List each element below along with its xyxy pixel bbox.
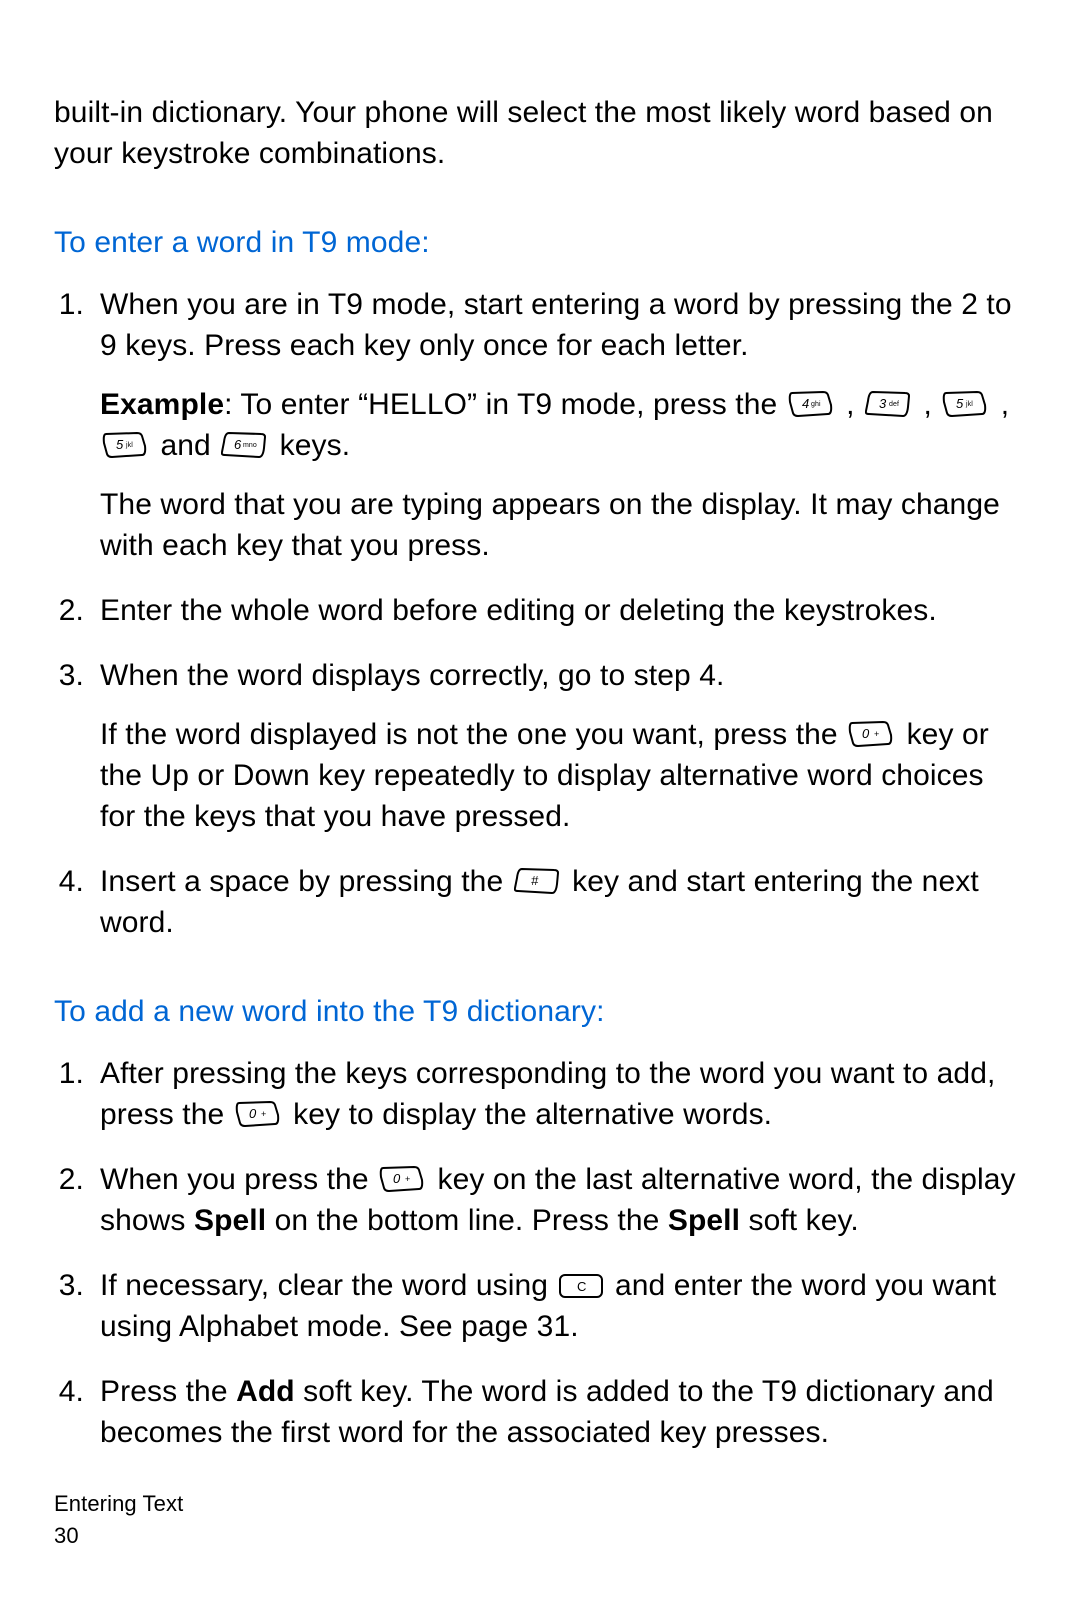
list-item: 2. When you press the 0+ key on the last… [54, 1159, 1024, 1241]
svg-text:+: + [874, 729, 879, 739]
step-text-a: Insert a space by pressing the [100, 865, 512, 898]
step-number: 3. [54, 655, 84, 696]
steps-add-word: 1. After pressing the keys corresponding… [54, 1053, 1024, 1453]
step-text-a: If necessary, clear the word using [100, 1269, 557, 1302]
svg-text:+: + [261, 1109, 266, 1119]
list-item: 4. Press the Add soft key. The word is a… [54, 1371, 1024, 1453]
svg-text:6: 6 [234, 437, 242, 452]
steps-enter-word: 1. When you are in T9 mode, start enteri… [54, 284, 1024, 943]
subheading-add-word: To add a new word into the T9 dictionary… [54, 995, 1024, 1029]
key-3-icon: 3def [865, 391, 913, 418]
svg-text:jkl: jkl [965, 401, 973, 408]
step-number: 4. [54, 861, 84, 902]
aftermath-text: The word that you are typing appears on … [100, 484, 1024, 566]
list-item: 3. When the word displays correctly, go … [54, 655, 1024, 837]
list-item: 1. When you are in T9 mode, start enteri… [54, 284, 1024, 566]
key-0-icon: 0+ [235, 1101, 283, 1128]
spell-label: Spell [668, 1204, 740, 1237]
add-label: Add [236, 1375, 295, 1408]
step-number: 2. [54, 590, 84, 631]
step-text: When you are in T9 mode, start entering … [100, 288, 1012, 362]
svg-text:C: C [577, 1279, 587, 1294]
footer-page-number: 30 [54, 1520, 183, 1552]
step-text-a: Press the [100, 1375, 236, 1408]
key-0-icon: 0+ [848, 721, 896, 748]
step-continuation: If the word displayed is not the one you… [100, 714, 1024, 837]
list-item: 1. After pressing the keys corresponding… [54, 1053, 1024, 1135]
example-label: Example [100, 388, 224, 421]
step-text-b: key to display the alternative words. [293, 1098, 772, 1131]
svg-text:def: def [889, 401, 899, 408]
example-block: Example: To enter “HELLO” in T9 mode, pr… [100, 384, 1024, 466]
svg-text:#: # [531, 873, 539, 888]
step-text-c: on the bottom line. Press the [266, 1204, 668, 1237]
page: built-in dictionary. Your phone will sel… [0, 0, 1080, 1620]
step-number: 4. [54, 1371, 84, 1412]
svg-text:ghi: ghi [811, 401, 821, 408]
step-text-a: When you press the [100, 1163, 377, 1196]
key-5-icon: 5jkl [942, 391, 990, 418]
key-hash-icon: # [514, 868, 562, 895]
key-6-icon: 6mno [221, 432, 269, 459]
step-text: Enter the whole word before editing or d… [100, 594, 937, 627]
svg-text:3: 3 [879, 396, 887, 411]
list-item: 4. Insert a space by pressing the # key … [54, 861, 1024, 943]
svg-text:0: 0 [249, 1106, 257, 1121]
key-5-icon: 5jkl [102, 432, 150, 459]
key-0-icon: 0+ [379, 1166, 427, 1193]
spell-label: Spell [194, 1204, 266, 1237]
svg-text:+: + [405, 1174, 410, 1184]
step-number: 3. [54, 1265, 84, 1306]
svg-text:5: 5 [116, 437, 124, 452]
svg-text:4: 4 [802, 396, 809, 411]
svg-text:0: 0 [393, 1171, 401, 1186]
example-text-b: and [160, 429, 219, 462]
cont-text-a: If the word displayed is not the one you… [100, 718, 846, 751]
list-item: 2. Enter the whole word before editing o… [54, 590, 1024, 631]
step-text: When the word displays correctly, go to … [100, 659, 724, 692]
key-c-icon: C [559, 1274, 605, 1299]
step-number: 1. [54, 1053, 84, 1094]
example-text-c: keys. [280, 429, 351, 462]
key-4-icon: 4ghi [788, 391, 836, 418]
example-text-a: : To enter “HELLO” in T9 mode, press the [224, 388, 786, 421]
svg-text:0: 0 [862, 726, 870, 741]
step-number: 2. [54, 1159, 84, 1200]
intro-text: built-in dictionary. Your phone will sel… [54, 92, 1024, 174]
svg-text:5: 5 [956, 396, 964, 411]
page-footer: Entering Text 30 [54, 1488, 183, 1552]
list-item: 3. If necessary, clear the word using C … [54, 1265, 1024, 1347]
svg-text:jkl: jkl [125, 442, 133, 449]
subheading-enter-word: To enter a word in T9 mode: [54, 226, 1024, 260]
step-number: 1. [54, 284, 84, 325]
step-text-d: soft key. [740, 1204, 859, 1237]
svg-text:mno: mno [243, 442, 257, 449]
footer-section: Entering Text [54, 1488, 183, 1520]
